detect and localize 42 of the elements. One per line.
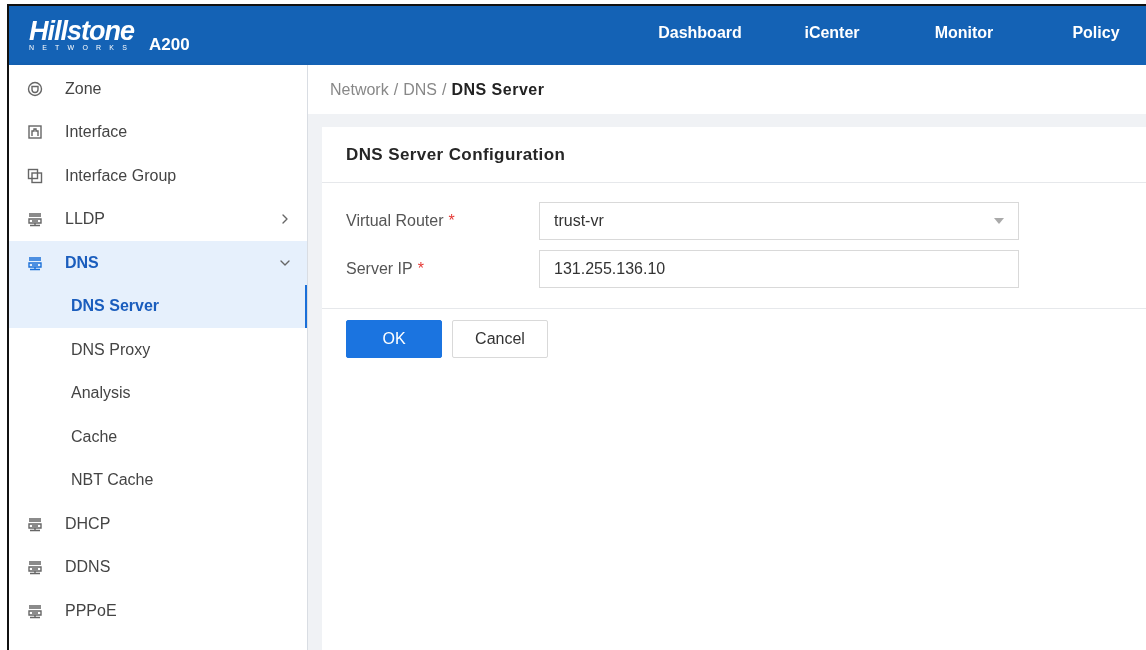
sidebar-item[interactable]: Interface [9, 110, 307, 154]
breadcrumb-separator: / [393, 80, 399, 99]
sidebar-subitem[interactable]: DNS Server [9, 284, 307, 328]
caret-icon [994, 218, 1004, 224]
required-mark: * [417, 260, 424, 277]
sidebar-subitem[interactable]: DNS Proxy [9, 328, 307, 372]
server-icon [27, 515, 43, 532]
sidebar-item[interactable]: PPPoE [9, 589, 307, 633]
model-name: A200 [149, 35, 190, 55]
current-page-title: DNS Server [451, 80, 545, 99]
logo-text: Hillstone [29, 19, 134, 43]
sidebar-item[interactable]: DHCP [9, 502, 307, 546]
sidebar-item[interactable]: Interface Group [9, 154, 307, 198]
sidebar-subitem[interactable]: Cache [9, 415, 307, 459]
cancel-button[interactable]: Cancel [452, 320, 548, 358]
field-label: Virtual Router [346, 212, 444, 229]
ports-icon [27, 167, 43, 184]
input-field[interactable]: 131.255.136.10 [539, 250, 1019, 288]
sidebar-item[interactable]: DDNS [9, 545, 307, 589]
server-icon [27, 254, 43, 271]
nav-tab[interactable]: Policy [1030, 6, 1146, 65]
field-label: Server IP [346, 260, 413, 277]
sidebar-subitem[interactable]: NBT Cache [9, 458, 307, 502]
port-icon [27, 124, 43, 141]
card-title: DNS Server Configuration [346, 144, 566, 165]
ok-button[interactable]: OK [346, 320, 442, 358]
nav-tab[interactable]: Monitor [898, 6, 1030, 65]
server-icon [27, 211, 43, 228]
breadcrumb-link[interactable]: DNS [403, 80, 437, 99]
select-field[interactable]: trust-vr [539, 202, 1019, 240]
sidebar-item[interactable]: Zone [9, 67, 307, 111]
server-icon [27, 602, 43, 619]
sidebar-item[interactable]: DNS [9, 241, 307, 285]
sidebar-subitem[interactable]: Analysis [9, 371, 307, 415]
nav-tab[interactable]: Dashboard [634, 6, 766, 65]
target-icon [27, 80, 43, 97]
nav-tab[interactable]: iCenter [766, 6, 898, 65]
breadcrumb-separator: / [441, 80, 447, 99]
server-icon [27, 559, 43, 576]
sidebar-item[interactable]: LLDP [9, 197, 307, 241]
breadcrumb-link[interactable]: Network [330, 80, 389, 99]
required-mark: * [448, 212, 455, 229]
